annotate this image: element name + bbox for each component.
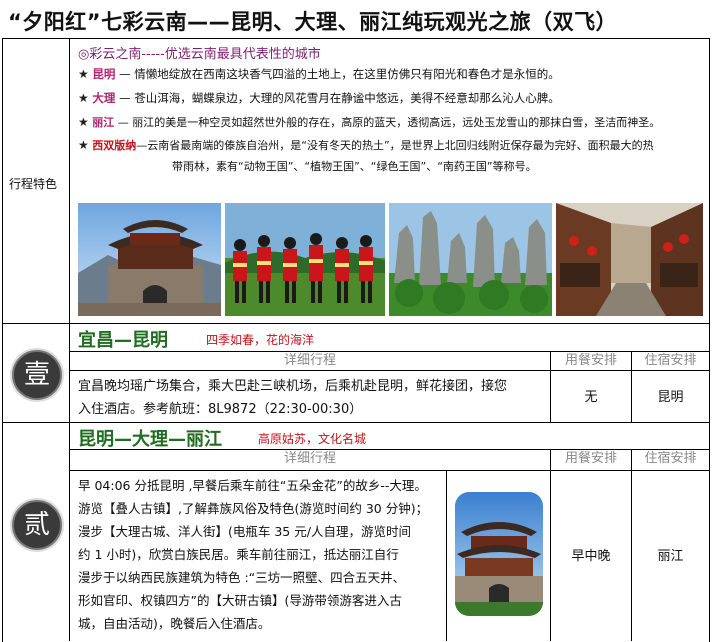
day-two-emblem: 贰 — [12, 500, 62, 550]
feature-item-lijiang: ★ 丽江 — 丽江的美是一种空灵如超然世外般的存在，高原的蓝天，透彻高远，远处玉… — [78, 115, 660, 130]
feature-description: —云南省最南端的傣族自治州，是“没有冬天的热土”，是世界上北回归线附近保存最为完… — [136, 139, 654, 152]
feature-item-kunming: ★ 昆明 — 情懒地绽放在西南这块香气四溢的土地上，在这里仿佛只有阳光和春色才是… — [78, 67, 560, 81]
day-one-detail-line: 入住酒店。参考航班：8L9872（22:30-00:30） — [78, 402, 363, 417]
feature-description: — 丽江的美是一种空灵如超然世外般的存在，高原的蓝天，透彻高远，远处玉龙雪山的那… — [114, 116, 661, 129]
image-column-divider — [446, 470, 447, 641]
day-two-detail-line: 早 04:06 分抵昆明 ,早餐后乘车前往“五朵金花”的故乡--大理。 — [78, 478, 427, 493]
feature-city-name: 大理 — [92, 91, 116, 105]
section-divider — [2, 323, 709, 324]
star-icon: ★ — [78, 67, 89, 81]
day-two-meal: 早中晚 — [571, 549, 611, 564]
day-two-detail-line: 漫步【大理古城、洋人街】(电瓶车 35 元/人自理，游览时间 — [78, 524, 411, 539]
day-two-detail-line: 城，自由活动)，晚餐后入住酒店。 — [78, 616, 271, 631]
day-two-detail-line: 漫步于以纳西民族建筑为特色 :“三坊一照壁、四合五天井、 — [78, 570, 406, 585]
day-one-emblem: 壹 — [12, 350, 62, 400]
detail-header: 详细行程 — [283, 451, 336, 466]
day-two-detail-line: 约 1 小时)，欣赏白族民居。乘车前往丽江，抵达丽江自行 — [78, 547, 399, 562]
route-tagline: 四季如春，花的海洋 — [206, 333, 315, 347]
day-one-hotel: 昆明 — [657, 390, 684, 405]
star-icon: ★ — [78, 91, 89, 105]
hotel-header: 住宿安排 — [644, 451, 697, 466]
day-one-detail-line: 宜昌晚均瑶广场集合，乘大巴赴三峡机场，后乘机赴昆明，鲜花接团，接您 — [78, 379, 508, 394]
old-town-photo — [556, 203, 703, 316]
feature-item-xishuangbanna: ★ 西双版纳—云南省最南端的傣族自治州，是“没有冬天的热土”，是世界上北回归线附… — [78, 138, 654, 153]
day-two-tagline: 高原姑苏，文化名城 — [258, 430, 366, 447]
feature-city-name: 西双版纳 — [92, 139, 137, 152]
feature-city-name: 昆明 — [92, 67, 116, 81]
section-divider — [2, 422, 709, 423]
meal-header: 用餐安排 — [564, 353, 617, 368]
hotel-header: 住宿安排 — [644, 353, 697, 368]
features-heading: ◎彩云之南-----优选云南最具代表性的城市 — [78, 47, 321, 62]
stone-forest-photo — [389, 203, 552, 316]
day-two-route: 昆明—大理—丽江 — [78, 425, 222, 451]
feature-description: — 苍山洱海，蝴蝶泉边，大理的风花雪月在静谧中悠远，美得不经意却那么沁人心脾。 — [115, 91, 560, 105]
route-title: 昆明—大理—丽江 — [78, 429, 222, 450]
detail-header: 详细行程 — [283, 353, 336, 368]
dali-tower-photo — [455, 492, 543, 616]
day-two-detail-line: 游览【叠人古镇】,了解彝族风俗及特色(游览时间约 30 分钟)； — [78, 501, 429, 516]
meal-header: 用餐安排 — [564, 451, 617, 466]
day-one-meal: 无 — [584, 390, 598, 405]
star-icon: ★ — [78, 138, 89, 152]
day-one-route: 宜昌—昆明 — [78, 326, 168, 352]
dali-gate-photo — [78, 203, 221, 316]
day-two-hotel: 丽江 — [657, 549, 684, 564]
row-divider — [70, 470, 709, 471]
page-title: “夕阳红”七彩云南——昆明、大理、丽江纯玩观光之旅（双飞） — [8, 10, 618, 34]
star-icon: ★ — [78, 115, 89, 129]
feature-description: — 情懒地绽放在西南这块香气四溢的土地上，在这里仿佛只有阳光和春色才是永恒的。 — [115, 67, 560, 81]
day-two-detail-line: 形如官印、权镇四方”的【大研古镇】(导游带领游客进入古 — [78, 593, 402, 608]
route-tagline: 高原姑苏，文化名城 — [258, 432, 367, 446]
feature-description-continued: 带雨林，素有“动物王国”、“植物王国”、“绿色王国”、“南药王国”等称号。 — [172, 160, 537, 173]
route-title: 宜昌—昆明 — [78, 330, 168, 351]
feature-city-name: 丽江 — [92, 116, 115, 129]
feature-item-dali: ★ 大理 — 苍山洱海，蝴蝶泉边，大理的风花雪月在静谧中悠远，美得不经意却那么沁… — [78, 91, 560, 105]
features-label: 行程特色 — [9, 177, 58, 191]
day-one-tagline: 四季如春，花的海洋 — [206, 331, 314, 348]
dancers-photo — [225, 203, 385, 316]
label-column-divider — [69, 38, 70, 641]
